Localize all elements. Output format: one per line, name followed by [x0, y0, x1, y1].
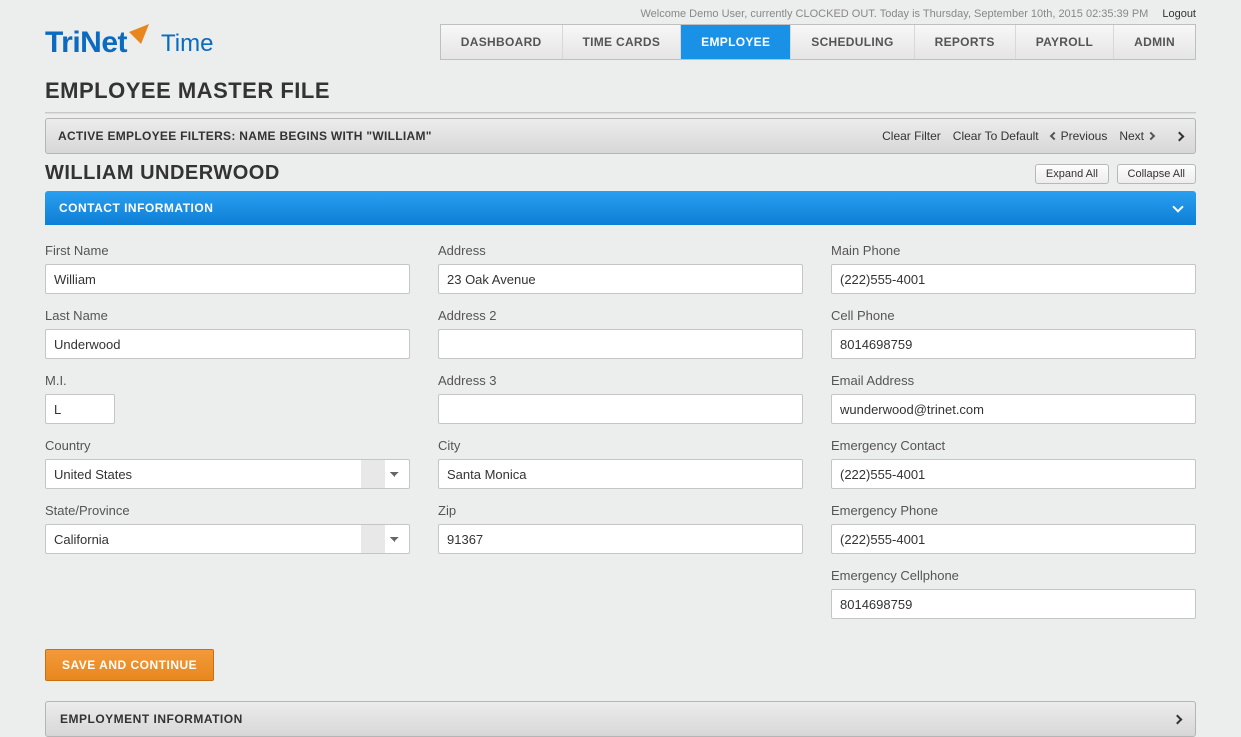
label-emergency-phone: Emergency Phone: [831, 503, 1196, 518]
section-contact-header[interactable]: CONTACT INFORMATION: [45, 191, 1196, 225]
logo-product: Time: [161, 30, 213, 58]
employee-name: WILLIAM UNDERWOOD: [45, 162, 280, 185]
nav-payroll[interactable]: PAYROLL: [1016, 25, 1114, 59]
logo-swoosh-icon: [129, 24, 149, 44]
state-select[interactable]: California: [45, 524, 410, 554]
logo: TriNet Time: [45, 26, 213, 60]
previous-label: Previous: [1061, 129, 1108, 143]
last-name-input[interactable]: [45, 329, 410, 359]
filter-bar: ACTIVE EMPLOYEE FILTERS: NAME BEGINS WIT…: [45, 118, 1196, 154]
chevron-left-icon: [1049, 132, 1057, 140]
section-employment-header[interactable]: EMPLOYMENT INFORMATION: [45, 701, 1196, 737]
logout-link[interactable]: Logout: [1162, 8, 1196, 20]
nav-employee[interactable]: EMPLOYEE: [681, 25, 791, 59]
next-label: Next: [1119, 129, 1144, 143]
collapse-all-button[interactable]: Collapse All: [1117, 164, 1196, 184]
address-input[interactable]: [438, 264, 803, 294]
nav-dashboard[interactable]: DASHBOARD: [441, 25, 563, 59]
zip-input[interactable]: [438, 524, 803, 554]
clear-filter-link[interactable]: Clear Filter: [882, 129, 941, 143]
city-input[interactable]: [438, 459, 803, 489]
country-select[interactable]: United States: [45, 459, 410, 489]
logo-brand: TriNet: [45, 26, 127, 60]
previous-link[interactable]: Previous: [1051, 129, 1108, 143]
label-address2: Address 2: [438, 308, 803, 323]
label-state: State/Province: [45, 503, 410, 518]
emergency-cell-input[interactable]: [831, 589, 1196, 619]
chevron-down-icon: [1172, 201, 1183, 212]
contact-form: First Name Last Name M.I. Country United…: [45, 225, 1196, 641]
label-email: Email Address: [831, 373, 1196, 388]
address2-input[interactable]: [438, 329, 803, 359]
clear-to-default-link[interactable]: Clear To Default: [953, 129, 1039, 143]
label-main-phone: Main Phone: [831, 243, 1196, 258]
label-cell-phone: Cell Phone: [831, 308, 1196, 323]
nav-time-cards[interactable]: TIME CARDS: [563, 25, 682, 59]
label-address: Address: [438, 243, 803, 258]
next-link[interactable]: Next: [1119, 129, 1154, 143]
label-address3: Address 3: [438, 373, 803, 388]
label-emergency-contact: Emergency Contact: [831, 438, 1196, 453]
email-input[interactable]: [831, 394, 1196, 424]
main-phone-input[interactable]: [831, 264, 1196, 294]
label-city: City: [438, 438, 803, 453]
label-first-name: First Name: [45, 243, 410, 258]
nav-scheduling[interactable]: SCHEDULING: [791, 25, 914, 59]
label-last-name: Last Name: [45, 308, 410, 323]
page-title: EMPLOYEE MASTER FILE: [45, 78, 1196, 104]
label-country: Country: [45, 438, 410, 453]
label-emergency-cell: Emergency Cellphone: [831, 568, 1196, 583]
emergency-phone-input[interactable]: [831, 524, 1196, 554]
expand-all-button[interactable]: Expand All: [1035, 164, 1109, 184]
active-filter-text: ACTIVE EMPLOYEE FILTERS: NAME BEGINS WIT…: [58, 129, 432, 143]
chevron-right-icon: [1147, 132, 1155, 140]
nav-reports[interactable]: REPORTS: [915, 25, 1016, 59]
cell-phone-input[interactable]: [831, 329, 1196, 359]
nav-admin[interactable]: ADMIN: [1114, 25, 1195, 59]
section-contact-title: CONTACT INFORMATION: [59, 201, 213, 215]
jump-next-icon[interactable]: [1175, 131, 1185, 141]
save-and-continue-button[interactable]: SAVE AND CONTINUE: [45, 649, 214, 681]
emergency-contact-input[interactable]: [831, 459, 1196, 489]
section-employment-title: EMPLOYMENT INFORMATION: [60, 712, 243, 726]
mi-input[interactable]: [45, 394, 115, 424]
label-mi: M.I.: [45, 373, 410, 388]
first-name-input[interactable]: [45, 264, 410, 294]
address3-input[interactable]: [438, 394, 803, 424]
main-nav: DASHBOARD TIME CARDS EMPLOYEE SCHEDULING…: [440, 24, 1196, 60]
label-zip: Zip: [438, 503, 803, 518]
welcome-text: Welcome Demo User, currently CLOCKED OUT…: [640, 8, 1148, 20]
chevron-right-icon: [1173, 714, 1183, 724]
divider: [45, 112, 1196, 114]
